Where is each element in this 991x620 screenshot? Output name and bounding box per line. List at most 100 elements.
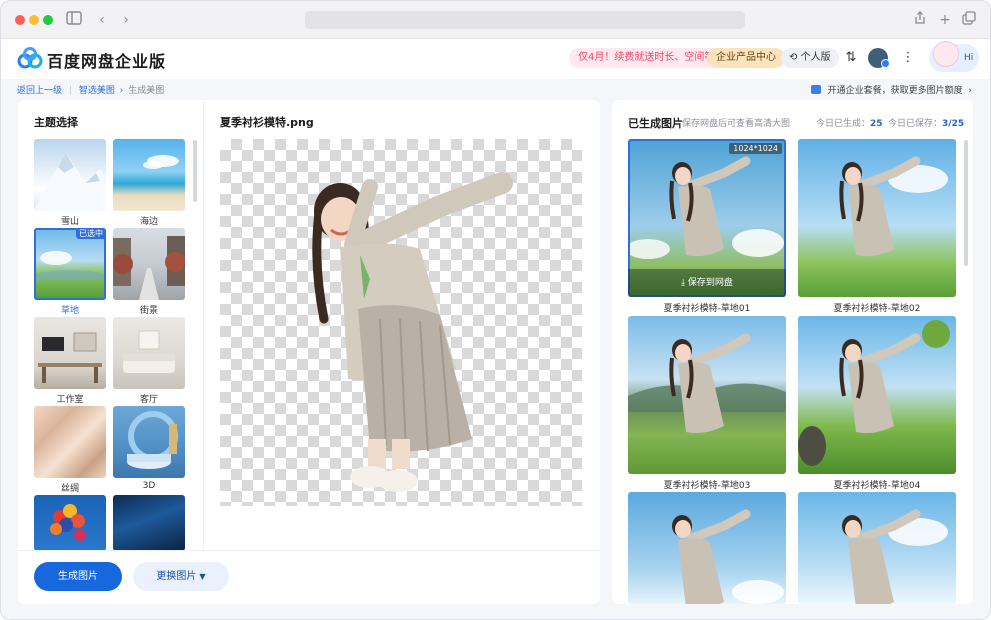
enterprise-center-button[interactable]: 企业产品中心 <box>707 48 785 68</box>
results-title: 已生成图片 <box>628 117 683 130</box>
back-link[interactable]: 返回上一级 <box>17 86 62 96</box>
panel-divider <box>203 100 204 550</box>
save-to-netdisk-button[interactable]: ⤓ 保存到网盘 <box>628 269 786 297</box>
file-name: 夏季衬衫模特.png <box>220 116 314 129</box>
brand-title: 百度网盘企业版 <box>47 52 167 71</box>
assistant-mascot-icon[interactable] <box>933 41 959 67</box>
balloons-thumbnail <box>34 495 106 551</box>
sidebar-toggle-icon[interactable] <box>65 11 83 29</box>
caret-down-icon: ▼ <box>199 572 206 581</box>
close-window-button[interactable] <box>15 15 25 25</box>
result-card[interactable] <box>798 492 956 604</box>
theme-item-street[interactable]: 街景 <box>113 228 185 316</box>
theme-item-grassland[interactable]: 已选中 草地 <box>34 228 106 316</box>
theme-item-balloons[interactable] <box>34 495 106 551</box>
result-card[interactable]: 夏季衬衫模特-草地04 <box>798 316 956 491</box>
results-scrollbar[interactable] <box>964 140 968 266</box>
theme-list-scrollbar[interactable] <box>193 140 197 202</box>
theme-label: 客厅 <box>139 395 158 405</box>
breadcrumb-parent-link[interactable]: 智选美图 <box>79 86 115 96</box>
silk-thumbnail <box>34 406 106 478</box>
browser-window: ‹ › + 百度网盘企业版 仅4月！续费就送时长、空间等 企业产品中心 ⟲ 个人… <box>0 0 991 620</box>
3d-thumbnail <box>113 406 185 478</box>
today-generated-value: 25 <box>870 119 883 129</box>
snow-mountain-thumbnail <box>34 139 106 211</box>
transparent-preview-canvas[interactable] <box>220 139 582 506</box>
today-generated-label: 今日已生成： <box>816 119 871 129</box>
tab-overview-icon[interactable] <box>960 11 978 29</box>
result-card[interactable]: 1024*1024 ⤓ 保存到网盘 夏季衬衫模特-草地01 <box>628 139 786 314</box>
editor-panel: 主题选择 夏季衬衫模特.png 雪山 海边 已选中 草地 街景 工作室 客厅 丝… <box>18 100 600 604</box>
verified-badge-icon <box>881 59 890 68</box>
transfer-icon[interactable]: ⇅ <box>841 48 861 68</box>
baidu-netdisk-logo-icon <box>17 47 43 69</box>
forward-icon[interactable]: › <box>117 11 135 29</box>
theme-item-beach[interactable]: 海边 <box>113 139 185 227</box>
minimize-window-button[interactable] <box>29 15 39 25</box>
app-header: 百度网盘企业版 仅4月！续费就送时长、空间等 企业产品中心 ⟲ 个人版 ⇅ ⋮ … <box>1 39 990 79</box>
beach-thumbnail <box>113 139 185 211</box>
result-label: 夏季衬衫模特-草地03 <box>663 481 751 491</box>
result-thumbnail: 1024*1024 ⤓ 保存到网盘 <box>628 139 786 297</box>
theme-section-title: 主题选择 <box>34 116 78 129</box>
footer-divider <box>18 550 600 551</box>
back-icon[interactable]: ‹ <box>93 11 111 29</box>
image-icon <box>810 85 821 94</box>
result-thumbnail <box>628 316 786 474</box>
theme-item-silk[interactable]: 丝绸 <box>34 406 106 494</box>
results-subtitle: 保存网盘后可查看高清大图 <box>682 119 791 129</box>
theme-label: 街景 <box>139 306 158 316</box>
address-bar[interactable] <box>305 11 745 29</box>
more-menu-icon[interactable]: ⋮ <box>898 48 918 68</box>
download-icon: ⤓ <box>681 278 688 288</box>
studio-thumbnail <box>34 317 106 389</box>
theme-label: 工作室 <box>56 395 84 405</box>
ocean-abstract-thumbnail <box>113 495 185 551</box>
change-image-label: 更换图片 <box>156 571 197 582</box>
today-saved-label: 今日已保存： <box>888 119 943 129</box>
resolution-badge: 1024*1024 <box>729 143 782 154</box>
theme-item-studio[interactable]: 工作室 <box>34 317 106 405</box>
result-card[interactable] <box>628 492 786 604</box>
today-generated-stat: 今日已生成：25 <box>816 116 883 129</box>
grassland-thumbnail: 已选中 <box>34 228 106 300</box>
theme-label: 草地 <box>60 306 79 316</box>
renewal-promo-button[interactable]: 仅4月！续费就送时长、空间等 <box>569 48 724 68</box>
chevron-right-icon: › <box>119 86 124 96</box>
share-icon[interactable] <box>911 11 929 29</box>
breadcrumb-separator: | <box>68 86 72 96</box>
upgrade-package-label: 开通企业套餐，获取更多图片额度 <box>827 86 963 96</box>
breadcrumb-current: 生成美图 <box>128 86 165 96</box>
new-tab-icon[interactable]: + <box>936 11 954 29</box>
theme-label: 丝绸 <box>60 484 79 494</box>
result-card[interactable]: 夏季衬衫模特-草地03 <box>628 316 786 491</box>
result-thumbnail <box>798 492 956 604</box>
title-bar: ‹ › + <box>1 1 990 39</box>
personal-edition-button[interactable]: ⟲ 个人版 <box>781 48 839 68</box>
theme-item-3d[interactable]: 3D <box>113 406 185 491</box>
today-saved-stat: 今日已保存：3/25 <box>888 116 964 129</box>
assistant-greeting[interactable]: Hi <box>964 53 973 63</box>
upgrade-package-link[interactable]: 开通企业套餐，获取更多图片额度 › <box>810 83 972 96</box>
zoom-window-button[interactable] <box>43 15 53 25</box>
living-room-thumbnail <box>113 317 185 389</box>
chevron-right-icon: › <box>965 86 972 96</box>
theme-item-living-room[interactable]: 客厅 <box>113 317 185 405</box>
result-label: 夏季衬衫模特-草地01 <box>663 304 751 314</box>
theme-label: 海边 <box>139 217 158 227</box>
save-to-netdisk-label: 保存到网盘 <box>687 278 733 288</box>
breadcrumb: 返回上一级 | 智选美图 › 生成美图 <box>17 83 164 96</box>
result-label: 夏季衬衫模特-草地02 <box>833 304 921 314</box>
result-label: 夏季衬衫模特-草地04 <box>833 481 921 491</box>
selected-badge: 已选中 <box>76 228 106 239</box>
model-cutout-image <box>312 172 513 492</box>
generate-image-button[interactable]: 生成图片 <box>34 562 122 591</box>
result-card[interactable]: 夏季衬衫模特-草地02 <box>798 139 956 314</box>
theme-item-ocean-abstract[interactable] <box>113 495 185 551</box>
result-thumbnail <box>798 139 956 297</box>
theme-item-snow-mountain[interactable]: 雪山 <box>34 139 106 227</box>
change-image-button[interactable]: 更换图片 ▼ <box>133 562 229 591</box>
theme-label: 3D <box>142 481 156 491</box>
theme-label: 雪山 <box>60 217 79 227</box>
street-thumbnail <box>113 228 185 300</box>
